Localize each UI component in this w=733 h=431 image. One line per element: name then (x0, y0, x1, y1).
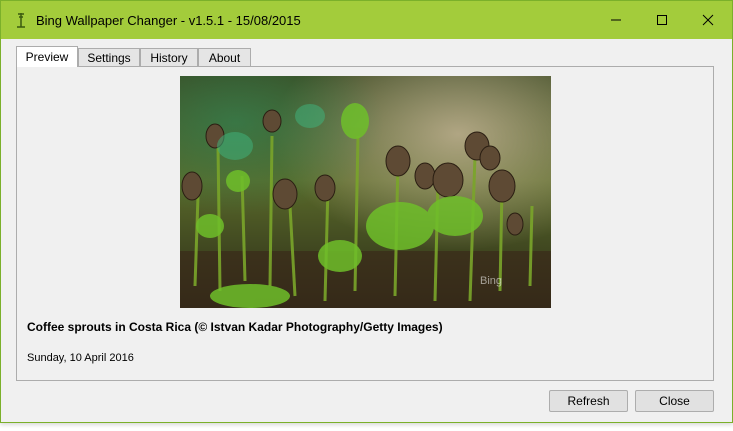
window-title: Bing Wallpaper Changer - v1.5.1 - 15/08/… (36, 13, 301, 28)
bing-watermark: Bing (480, 275, 503, 287)
wallpaper-date: Sunday, 10 April 2016 (27, 352, 134, 364)
wallpaper-preview-image: Bing (180, 76, 551, 308)
title-bar[interactable]: Bing Wallpaper Changer - v1.5.1 - 15/08/… (1, 1, 732, 39)
maximize-button[interactable] (639, 1, 685, 39)
minimize-button[interactable] (593, 1, 639, 39)
wallpaper-photo (180, 76, 551, 308)
close-window-button[interactable] (685, 1, 731, 39)
app-icon (17, 13, 25, 28)
tab-about[interactable]: About (198, 48, 251, 66)
tab-history[interactable]: History (140, 48, 198, 66)
tab-preview[interactable]: Preview (16, 46, 78, 67)
app-window: Bing Wallpaper Changer - v1.5.1 - 15/08/… (0, 0, 733, 423)
wallpaper-caption: Coffee sprouts in Costa Rica (© Istvan K… (27, 320, 443, 334)
refresh-button[interactable]: Refresh (549, 390, 628, 412)
preview-panel: Bing Coffee sprouts in Costa Rica (© Ist… (16, 66, 714, 381)
minimize-icon (611, 19, 621, 21)
tab-settings[interactable]: Settings (78, 48, 140, 66)
close-icon (702, 14, 714, 26)
close-button[interactable]: Close (635, 390, 714, 412)
maximize-icon (657, 15, 667, 25)
